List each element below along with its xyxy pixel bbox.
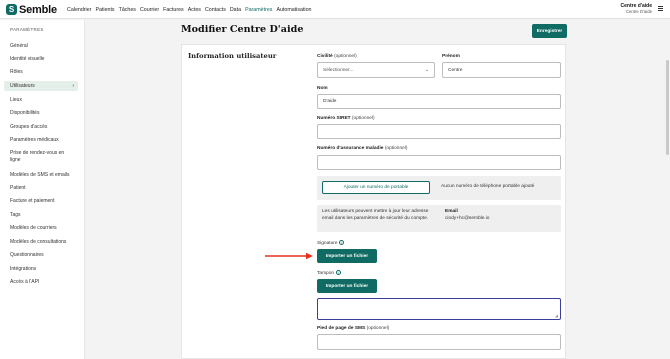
nav-contacts[interactable]: Contacts	[205, 7, 226, 13]
nav-factures[interactable]: Factures	[163, 7, 184, 13]
nav-patients[interactable]: Patients	[95, 7, 114, 13]
nom-label: Nom	[317, 86, 328, 91]
tampon-textarea[interactable]: ◢	[317, 298, 561, 320]
chevron-right-icon: ›	[72, 83, 74, 89]
tampon-upload-button[interactable]: Importer un fichier	[317, 279, 377, 293]
nav-parametres[interactable]: Paramètres	[245, 7, 272, 13]
page-title: Modifier Centre D'aide	[181, 24, 304, 35]
siret-label: Numéro SIRET (optionnel)	[317, 116, 375, 121]
signature-upload-button[interactable]: Importer un fichier	[317, 249, 377, 263]
nav-data[interactable]: Data	[230, 7, 241, 13]
top-navigation: S Semble Calendrier Patients Tâches Cour…	[0, 0, 670, 19]
sidebar-item-modeles-sms[interactable]: Modèles de SMS et emails	[4, 172, 78, 179]
nav-taches[interactable]: Tâches	[119, 7, 136, 13]
sidebar-item-facture[interactable]: Facture et paiement	[4, 198, 78, 205]
nav-courrier[interactable]: Courrier	[140, 7, 159, 13]
info-icon[interactable]: i	[339, 240, 345, 245]
page-scrollbar[interactable]	[666, 60, 669, 155]
prenom-input[interactable]: Centre	[442, 62, 561, 78]
sidebar-item-disponibilites[interactable]: Disponibilités	[4, 110, 78, 117]
sidebar-item-identite-visuelle[interactable]: Identité visuelle	[4, 56, 78, 63]
chevron-down-icon: ⌄	[424, 67, 429, 73]
email-value: cindy+hc@semble.io	[445, 216, 490, 221]
account-subtitle: Centre D'aide	[625, 9, 652, 14]
assurance-label: Numéro d'assurance maladie (optionnel)	[317, 146, 408, 151]
nom-input[interactable]: D'aide	[317, 94, 561, 109]
sidebar-item-questionnaires[interactable]: Questionnaires	[4, 252, 78, 259]
menu-icon[interactable]	[658, 6, 663, 11]
phone-status: Aucun numéro de téléphone portable ajout…	[441, 184, 535, 189]
add-phone-button[interactable]: Ajouter un numéro de portable	[322, 181, 430, 194]
sidebar-item-groupes-acces[interactable]: Groupes d'accès	[4, 124, 78, 131]
civilite-select[interactable]: Sélectionner... ⌄	[317, 62, 435, 78]
sms-footer-input[interactable]	[317, 334, 561, 350]
sidebar-item-modeles-consultations[interactable]: Modèles de consultations	[4, 239, 78, 246]
siret-input[interactable]	[317, 124, 561, 139]
civilite-select-value: Sélectionner...	[323, 67, 354, 73]
nav-calendrier[interactable]: Calendrier	[67, 7, 91, 13]
sidebar-item-modeles-courriers[interactable]: Modèles de courriers	[4, 225, 78, 232]
prenom-label: Prénom	[442, 54, 460, 59]
sms-footer-label: Pied de page de SMS (optionnel)	[317, 326, 390, 331]
info-icon[interactable]: i	[335, 270, 341, 275]
brand-name: Semble	[19, 3, 57, 16]
sidebar-item-general[interactable]: Général	[4, 43, 78, 50]
account-menu[interactable]: Centre d'aide Centre D'aide	[621, 3, 652, 15]
sidebar-item-patient[interactable]: Patient	[4, 185, 78, 192]
sidebar-item-utilisateurs[interactable]: Utilisateurs ›	[4, 81, 78, 91]
email-label: Email	[445, 209, 458, 214]
signature-label: Signature i	[317, 240, 345, 246]
sidebar-title: PARAMÈTRES	[10, 27, 44, 32]
section-title: Information utilisateur	[188, 52, 277, 60]
sidebar-item-prise-rdv[interactable]: Prise de rendez-vous en ligne	[4, 150, 74, 163]
email-note: Les utilisateurs peuvent mettre à jour l…	[322, 209, 429, 221]
nav-actes[interactable]: Actes	[188, 7, 201, 13]
civilite-label: Civilité (optionnel)	[317, 54, 357, 59]
sidebar-item-label: Utilisateurs	[10, 82, 35, 89]
sidebar-item-parametres-medicaux[interactable]: Paramètres médicaux	[4, 137, 78, 144]
sidebar-item-tags[interactable]: Tags	[4, 212, 78, 219]
semble-logo[interactable]: S Semble	[6, 3, 57, 16]
prenom-value: Centre	[448, 67, 463, 73]
red-arrow-icon	[265, 252, 313, 260]
sidebar-item-lieux[interactable]: Lieux	[4, 97, 78, 104]
nom-value: D'aide	[323, 99, 337, 104]
tampon-label: Tampon i	[317, 270, 341, 276]
save-button[interactable]: Enregistrer	[532, 24, 567, 38]
sidebar-item-integrations[interactable]: Intégrations	[4, 266, 78, 273]
logo-icon: S	[6, 4, 17, 15]
assurance-input[interactable]	[317, 155, 561, 170]
nav-automatisation[interactable]: Automatisation	[276, 7, 311, 13]
sidebar-item-acces-api[interactable]: Accès à l'API	[4, 279, 78, 286]
sidebar-item-roles[interactable]: Rôles	[4, 69, 78, 76]
resize-handle-icon[interactable]: ◢	[555, 313, 558, 318]
nav-menu: Calendrier Patients Tâches Courrier Fact…	[67, 0, 316, 19]
